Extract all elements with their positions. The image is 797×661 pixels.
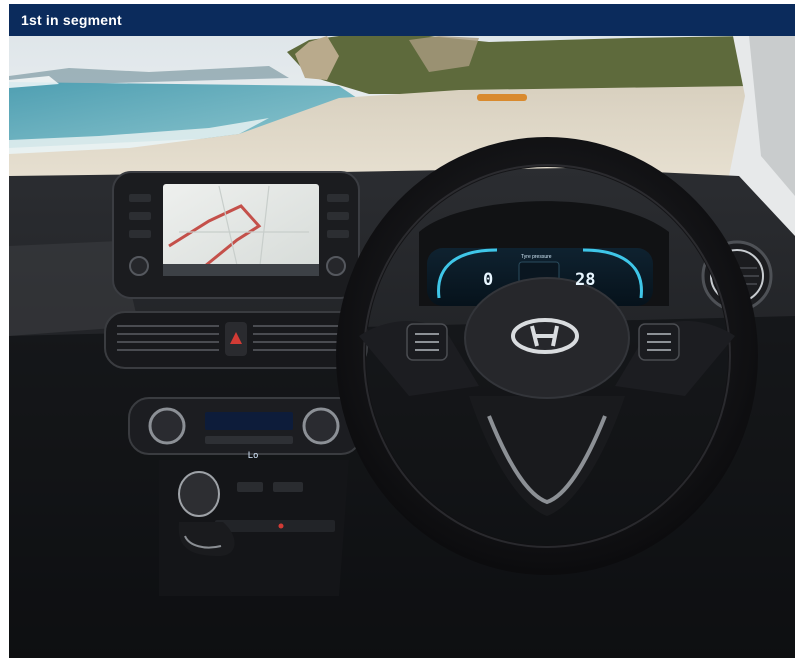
side-button[interactable]	[327, 194, 349, 202]
indicator-led	[278, 523, 284, 529]
side-button[interactable]	[129, 230, 151, 238]
side-button[interactable]	[327, 212, 349, 220]
kayak	[477, 94, 527, 101]
usb-port[interactable]	[273, 482, 303, 492]
cluster-title: Tyre pressure	[521, 254, 552, 260]
aux-port[interactable]	[237, 482, 263, 492]
cluster-left-readout: 0	[483, 270, 494, 290]
side-button[interactable]	[129, 194, 151, 202]
temperature-knob-icon[interactable]	[148, 407, 186, 445]
car-interior-photo: Tyre pressure 0 28 Lo	[9, 36, 795, 658]
side-button[interactable]	[129, 212, 151, 220]
switch-bank[interactable]	[215, 520, 335, 532]
volume-knob-icon[interactable]	[129, 256, 149, 276]
tune-knob-icon[interactable]	[326, 256, 346, 276]
navigation-screen[interactable]	[163, 184, 319, 276]
climate-screen	[205, 412, 293, 430]
interior-scene	[9, 36, 795, 658]
climate-buttons[interactable]	[205, 436, 293, 444]
cluster-right-readout: 28	[575, 270, 596, 290]
side-button[interactable]	[327, 230, 349, 238]
climate-display-text: Lo	[247, 451, 259, 461]
fan-knob-icon[interactable]	[302, 407, 340, 445]
gear-knob[interactable]	[178, 471, 220, 517]
nav-soft-keys[interactable]	[163, 264, 319, 276]
banner-label: 1st in segment	[21, 12, 122, 28]
segment-banner: 1st in segment	[9, 4, 795, 36]
